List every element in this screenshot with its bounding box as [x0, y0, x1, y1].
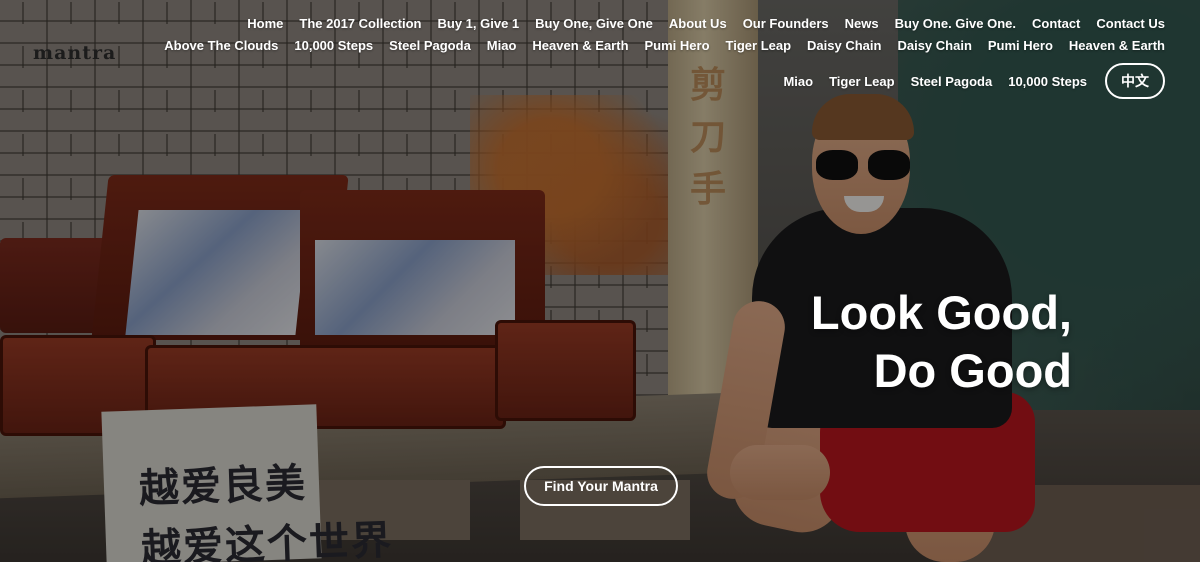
hero-headline: Look Good, Do Good — [700, 284, 1072, 400]
nav-item-daisy-chain[interactable]: Daisy Chain — [799, 38, 889, 53]
nav-item-news[interactable]: News — [837, 16, 887, 31]
nav-item-above-the-clouds[interactable]: Above The Clouds — [156, 38, 286, 53]
nav-item-miao[interactable]: Miao — [479, 38, 525, 53]
headline-line-1: Look Good, — [810, 286, 1072, 339]
nav-item-steel-pagoda-2[interactable]: Steel Pagoda — [903, 74, 1001, 89]
nav-item-daisy-chain-2[interactable]: Daisy Chain — [889, 38, 979, 53]
nav-item-heaven-earth[interactable]: Heaven & Earth — [524, 38, 636, 53]
nav-row-2: Above The Clouds 10,000 Steps Steel Pago… — [145, 34, 1165, 56]
nav-item-steel-pagoda[interactable]: Steel Pagoda — [381, 38, 479, 53]
nav-row-3: Miao Tiger Leap Steel Pagoda 10,000 Step… — [145, 60, 1165, 102]
nav-item-our-founders[interactable]: Our Founders — [735, 16, 837, 31]
nav-item-about-us[interactable]: About Us — [661, 16, 735, 31]
nav-item-buy-one-give-one[interactable]: Buy One, Give One — [527, 16, 661, 31]
nav-item-tiger-leap[interactable]: Tiger Leap — [718, 38, 800, 53]
nav-item-miao-2[interactable]: Miao — [775, 74, 821, 89]
nav-item-tiger-leap-2[interactable]: Tiger Leap — [821, 74, 903, 89]
nav-item-buy-1-give-1[interactable]: Buy 1, Give 1 — [429, 16, 527, 31]
nav-item-pumi-hero-2[interactable]: Pumi Hero — [980, 38, 1061, 53]
nav-item-10000-steps-2[interactable]: 10,000 Steps — [1000, 74, 1095, 89]
site-logo[interactable]: mantra — [33, 42, 116, 64]
language-toggle-button[interactable]: 中文 — [1105, 63, 1165, 99]
headline-line-2: Do Good — [873, 344, 1072, 397]
nav-item-home[interactable]: Home — [239, 16, 291, 31]
nav-item-contact-us[interactable]: Contact Us — [1088, 16, 1165, 31]
nav-item-pumi-hero[interactable]: Pumi Hero — [637, 38, 718, 53]
nav-row-1: Home The 2017 Collection Buy 1, Give 1 B… — [145, 12, 1165, 34]
homepage: 剪刀手 越爱良美 越爱这个世界 mantra Home The 2017 Col… — [0, 0, 1200, 562]
main-nav: Home The 2017 Collection Buy 1, Give 1 B… — [145, 12, 1165, 102]
nav-item-buy-one-give-one-alt[interactable]: Buy One. Give One. — [887, 16, 1024, 31]
find-your-mantra-button[interactable]: Find Your Mantra — [524, 466, 678, 506]
nav-item-2017-collection[interactable]: The 2017 Collection — [291, 16, 429, 31]
nav-item-heaven-earth-2[interactable]: Heaven & Earth — [1061, 38, 1165, 53]
nav-item-10000-steps[interactable]: 10,000 Steps — [286, 38, 381, 53]
nav-item-contact[interactable]: Contact — [1024, 16, 1088, 31]
